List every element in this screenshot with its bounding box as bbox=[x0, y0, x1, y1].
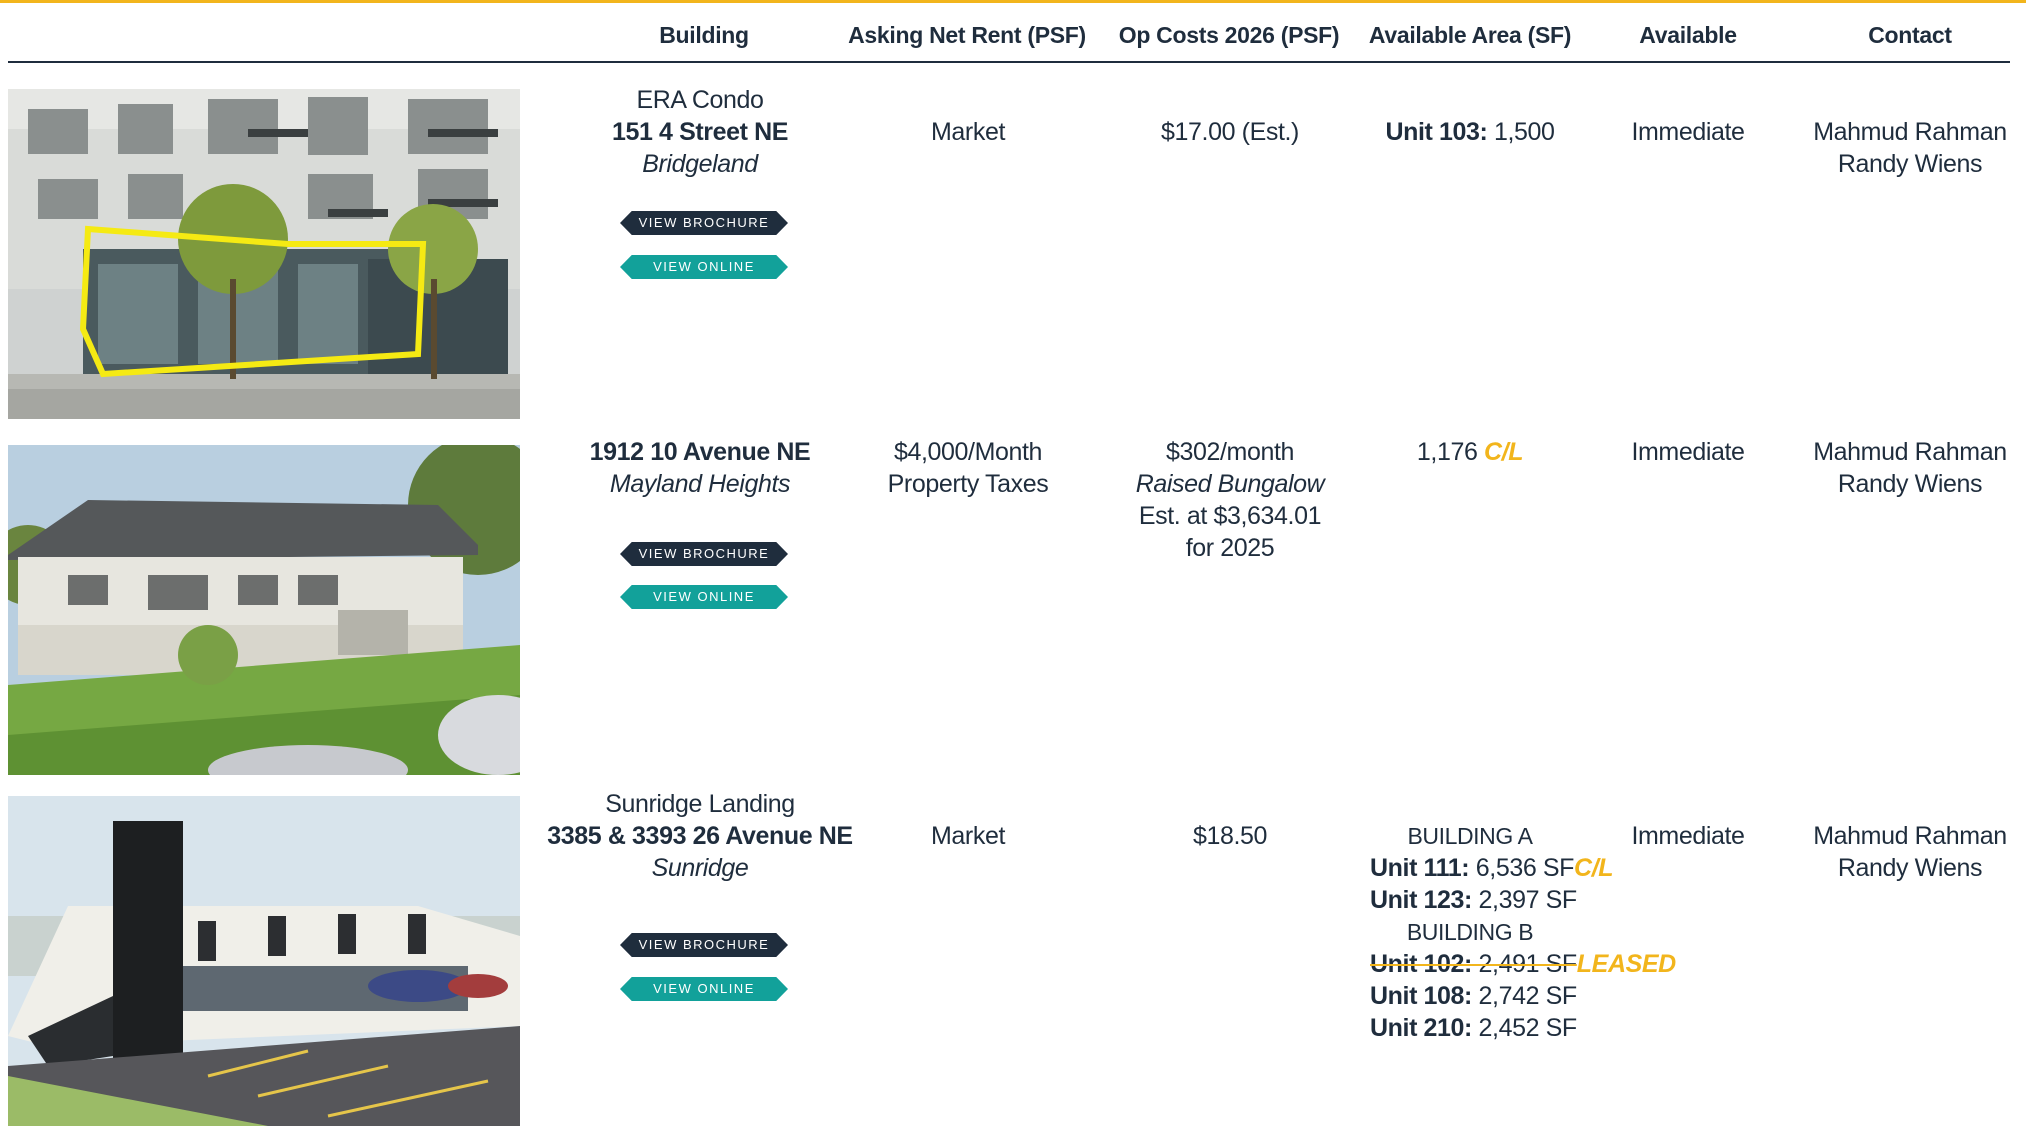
contact: Mahmud Rahman Randy Wiens bbox=[1800, 436, 2020, 500]
unit-value: 2,491 SF bbox=[1471, 950, 1578, 978]
building-a-heading: BUILDING A bbox=[1407, 823, 1533, 849]
unit-value: 2,397 SF bbox=[1471, 886, 1578, 914]
unit-label: Unit 123: bbox=[1370, 886, 1472, 914]
building-address: 3385 & 3393 26 Avenue NE bbox=[547, 822, 853, 850]
view-online-button[interactable]: VIEW ONLINE bbox=[620, 585, 788, 609]
building-info: Sunridge Landing 3385 & 3393 26 Avenue N… bbox=[540, 788, 860, 884]
asking-rent: $4,000/Month Property Taxes bbox=[848, 436, 1088, 500]
op-note: Est. at $3,634.01 bbox=[1138, 502, 1322, 530]
unit-label: Unit 111: bbox=[1370, 854, 1470, 882]
availability: Immediate bbox=[1631, 822, 1745, 850]
contact-name[interactable]: Mahmud Rahman bbox=[1800, 820, 2020, 852]
building-name: Sunridge Landing bbox=[605, 790, 795, 818]
table-header: Building Asking Net Rent (PSF) Op Costs … bbox=[0, 0, 2026, 63]
building-address: 1912 10 Avenue NE bbox=[589, 438, 811, 466]
contact: Mahmud Rahman Randy Wiens bbox=[1800, 820, 2020, 884]
available-area-unit: Unit 210: 2,452 SF bbox=[1370, 1012, 1710, 1044]
view-online-button[interactable]: VIEW ONLINE bbox=[620, 977, 788, 1001]
contact: Mahmud Rahman Randy Wiens bbox=[1800, 116, 2020, 180]
leased-tag: LEASED bbox=[1576, 950, 1676, 978]
op-costs: $302/month Raised Bungalow Est. at $3,63… bbox=[1110, 436, 1350, 564]
op-amount: $302/month bbox=[1165, 438, 1295, 466]
header-building: Building bbox=[659, 22, 749, 48]
available-area-unit: Unit 111: 6,536 SFC/L bbox=[1370, 852, 1710, 884]
view-brochure-button[interactable]: VIEW BROCHURE bbox=[620, 542, 788, 566]
unit-value: 6,536 SF bbox=[1469, 854, 1575, 882]
op-costs: $18.50 bbox=[1192, 822, 1268, 850]
contact-name[interactable]: Randy Wiens bbox=[1800, 852, 2020, 884]
building-info: 1912 10 Avenue NE Mayland Heights bbox=[560, 436, 840, 500]
contact-name[interactable]: Mahmud Rahman bbox=[1800, 436, 2020, 468]
unit-value: 1,500 bbox=[1487, 118, 1555, 146]
area-value: 1,176 bbox=[1416, 438, 1478, 466]
available-area: Unit 103: 1,500 bbox=[1370, 116, 1570, 148]
availability: Immediate bbox=[1631, 438, 1745, 466]
unit-label: Unit 210: bbox=[1370, 1014, 1472, 1042]
view-brochure-button[interactable]: VIEW BROCHURE bbox=[620, 933, 788, 957]
rent-note: Property Taxes bbox=[887, 470, 1049, 498]
conditionally-leased-tag: C/L bbox=[1574, 854, 1614, 882]
op-note: Raised Bungalow bbox=[1135, 470, 1325, 498]
header-op-costs: Op Costs 2026 (PSF) bbox=[1118, 22, 1340, 48]
asking-rent: Market bbox=[930, 822, 1005, 850]
contact-name[interactable]: Randy Wiens bbox=[1800, 148, 2020, 180]
header-available-area: Available Area (SF) bbox=[1368, 22, 1572, 48]
header-asking-rent: Asking Net Rent (PSF) bbox=[848, 22, 1086, 48]
available-area-unit: Unit 108: 2,742 SF bbox=[1370, 980, 1710, 1012]
unit-value: 2,742 SF bbox=[1471, 982, 1578, 1010]
leased-unit: Unit 102: 2,491 SF bbox=[1370, 950, 1577, 978]
available-area-unit: Unit 102: 2,491 SFLEASED bbox=[1370, 948, 1700, 980]
header-available: Available bbox=[1639, 22, 1737, 48]
unit-label: Unit 103: bbox=[1385, 118, 1488, 146]
building-area: Mayland Heights bbox=[609, 470, 791, 498]
building-name: ERA Condo bbox=[636, 86, 764, 114]
unit-label: Unit 108: bbox=[1370, 982, 1472, 1010]
available-area-unit: Unit 123: 2,397 SF bbox=[1370, 884, 1710, 916]
building-info: ERA Condo 151 4 Street NE Bridgeland bbox=[560, 84, 840, 180]
building-photo[interactable] bbox=[8, 89, 520, 419]
op-costs: $17.00 (Est.) bbox=[1161, 118, 1299, 146]
contact-name[interactable]: Randy Wiens bbox=[1800, 468, 2020, 500]
available-area: 1,176 C/L bbox=[1370, 436, 1570, 468]
header-contact: Contact bbox=[1868, 22, 1952, 48]
rent-amount: $4,000/Month bbox=[893, 438, 1043, 466]
contact-name[interactable]: Mahmud Rahman bbox=[1800, 116, 2020, 148]
building-b-heading: BUILDING B bbox=[1406, 919, 1534, 945]
conditionally-leased-tag: C/L bbox=[1484, 438, 1524, 466]
building-area: Bridgeland bbox=[642, 150, 758, 178]
building-address: 151 4 Street NE bbox=[611, 118, 789, 146]
unit-value: 2,452 SF bbox=[1471, 1014, 1578, 1042]
building-area: Sunridge bbox=[651, 854, 749, 882]
view-brochure-button[interactable]: VIEW BROCHURE bbox=[620, 211, 788, 235]
building-photo[interactable] bbox=[8, 796, 520, 1126]
op-note: for 2025 bbox=[1185, 534, 1275, 562]
availability: Immediate bbox=[1631, 118, 1745, 146]
building-photo[interactable] bbox=[8, 445, 520, 775]
view-online-button[interactable]: VIEW ONLINE bbox=[620, 255, 788, 279]
header-divider bbox=[8, 61, 2010, 63]
unit-label: Unit 102: bbox=[1370, 950, 1472, 978]
asking-rent: Market bbox=[930, 118, 1005, 146]
